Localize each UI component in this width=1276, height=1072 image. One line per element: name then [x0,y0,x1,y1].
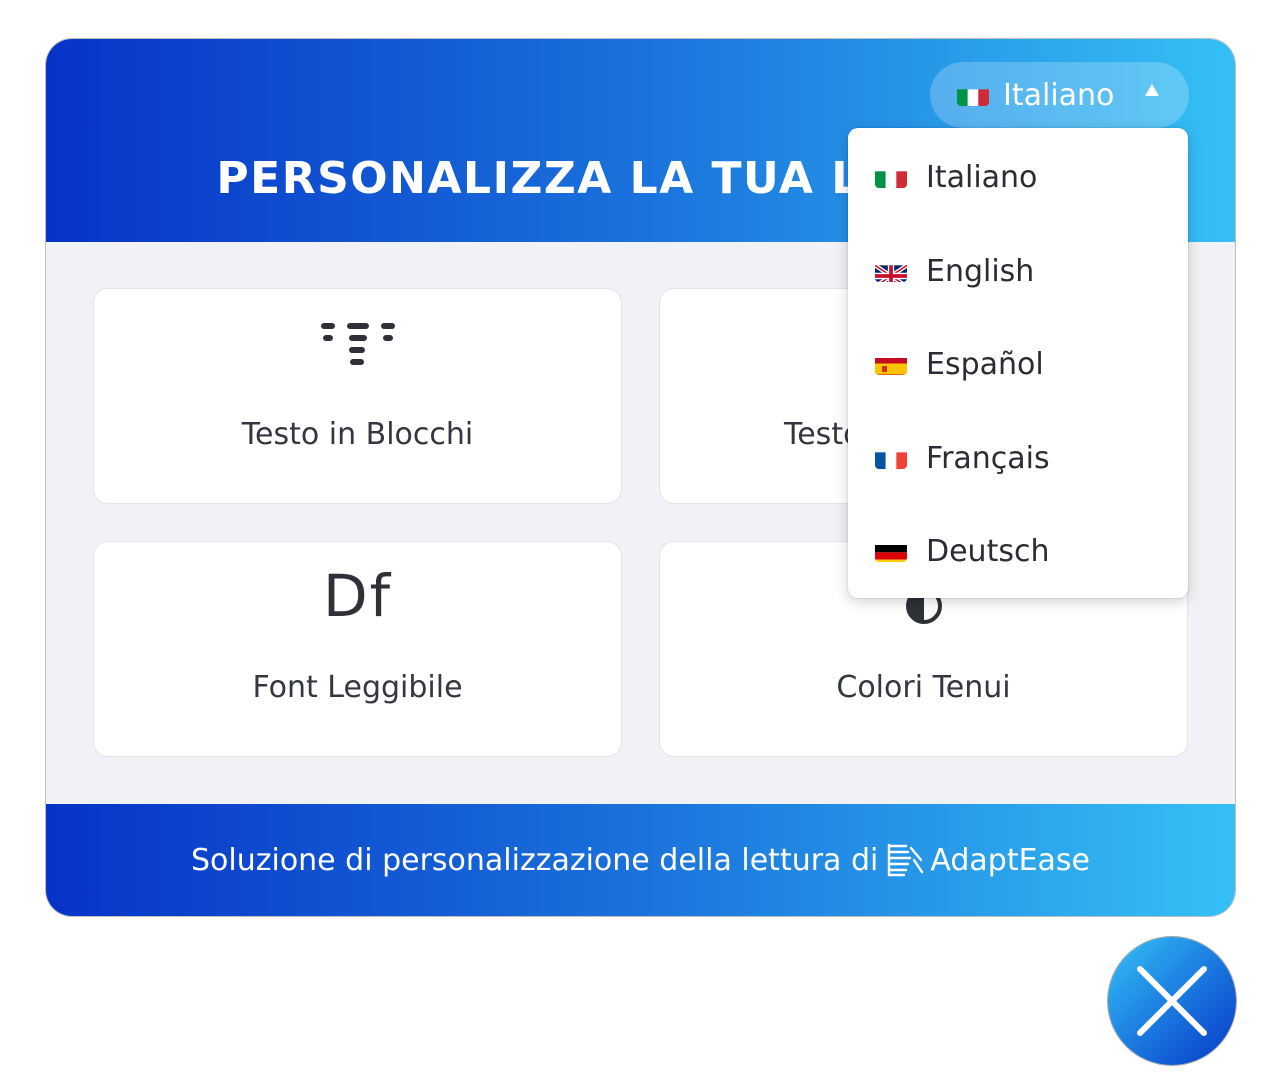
readable-font-icon: Df [322,562,393,630]
italy-flag-icon [875,166,907,188]
language-option-francais[interactable]: Français [848,428,1188,488]
caret-up-icon [1145,84,1159,96]
feature-label: Colori Tenui [836,670,1011,705]
language-dropdown-menu: Italiano English Español Français Deutsc… [848,128,1188,598]
panel-footer: Soluzione di personalizzazione della let… [46,804,1235,916]
italy-flag-icon [957,84,989,106]
language-selector-button[interactable]: Italiano [930,62,1189,128]
feature-card-readable-font[interactable]: Df Font Leggibile [94,542,621,756]
language-selector-label: Italiano [1003,77,1115,113]
france-flag-icon [875,447,907,469]
language-option-label: Español [926,346,1044,382]
language-option-label: Italiano [926,159,1038,195]
feature-card-text-blocks[interactable]: Testo in Blocchi [94,289,621,503]
footer-text: Soluzione di personalizzazione della let… [190,842,879,878]
spain-flag-icon [875,353,907,375]
language-option-label: Deutsch [926,533,1050,569]
germany-flag-icon [875,540,907,562]
language-option-label: Français [926,440,1050,476]
language-option-italiano[interactable]: Italiano [848,147,1188,207]
language-option-english[interactable]: English [848,241,1188,301]
language-option-espanol[interactable]: Español [848,334,1188,394]
text-blocks-icon [94,323,621,369]
adaptease-logo-icon [886,842,924,878]
close-icon [1134,963,1210,1039]
uk-flag-icon [875,260,907,282]
reading-customization-panel: Italiano PERSONALIZZA LA TUA LETTURA Tes… [46,39,1235,916]
footer-brand[interactable]: AdaptEase [930,843,1090,878]
language-option-deutsch[interactable]: Deutsch [848,521,1188,581]
close-button[interactable] [1108,937,1236,1065]
language-option-label: English [926,253,1035,289]
feature-label: Testo in Blocchi [241,417,474,452]
feature-label: Font Leggibile [252,670,463,705]
